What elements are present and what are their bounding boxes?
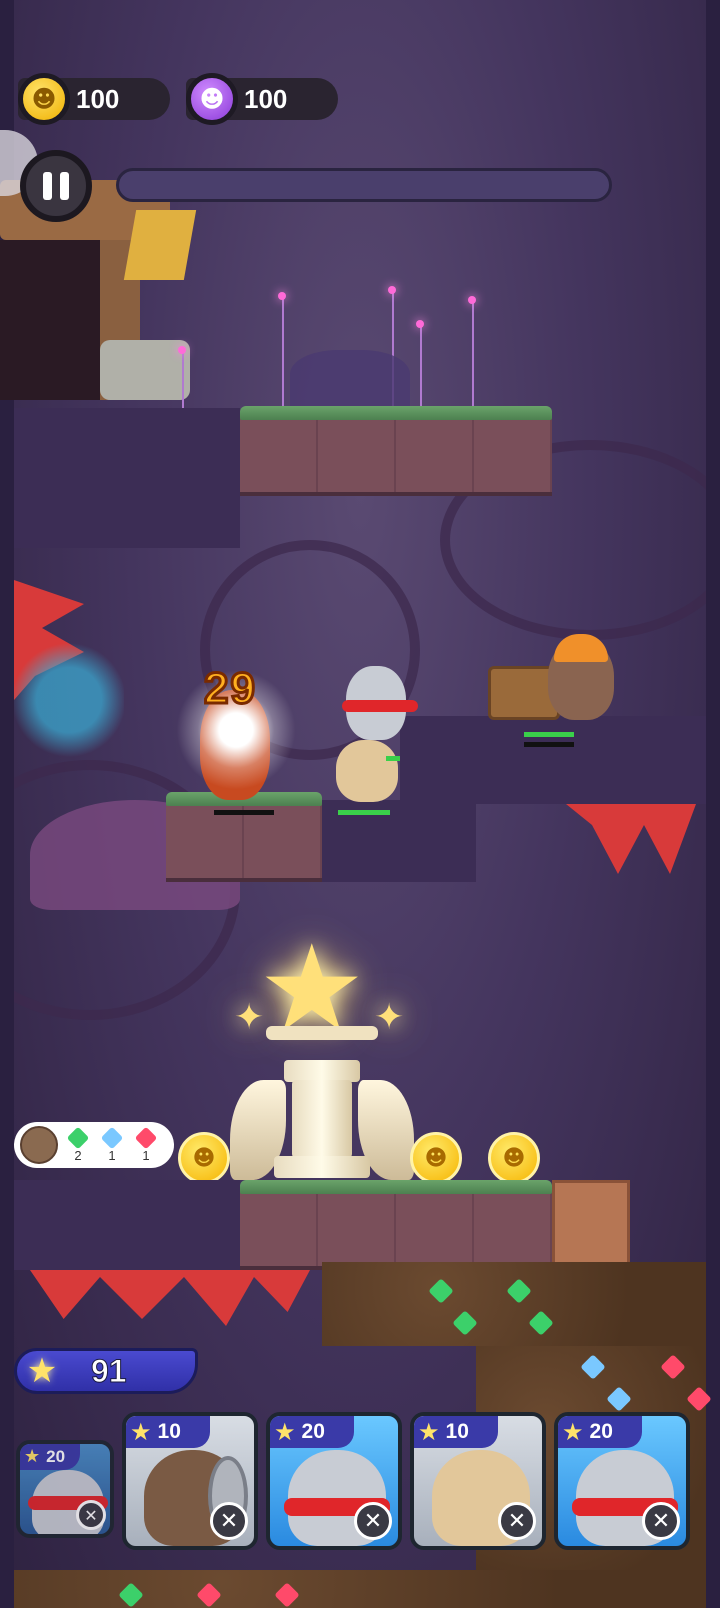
card-cost: 20 [301,1420,325,1443]
grass-strip [240,1180,552,1194]
mine-cabin [0,180,197,400]
remove-card-icon[interactable]: ✕ [354,1502,392,1540]
platform-low-left [14,1180,240,1270]
remove-card-icon[interactable]: ✕ [76,1500,106,1530]
platform-mid-right [400,716,706,804]
gold-counter: 100 ☻ [18,73,170,125]
unit-card-1[interactable]: ★ 20 ✕ [16,1440,114,1538]
sparkle-icon: ✦ [234,997,265,1038]
sparkle-icon: ✦ [374,997,405,1038]
unit-card-2[interactable]: ★ 10 ✕ [122,1412,258,1550]
gold-coin-pickup[interactable]: ☻ [178,1132,230,1184]
purple-gem-icon: ☻ [186,73,238,125]
ally-health-bar [524,742,574,747]
ally-tan-hamster-fork[interactable] [336,740,398,802]
grass-strip [240,406,552,420]
platform-low-grass [240,1186,552,1270]
ore-rock [14,1570,706,1608]
card-cost: 10 [157,1420,181,1443]
dirt-block [552,1180,630,1270]
unit-card-5[interactable]: ★ 20 ✕ [554,1412,690,1550]
red-gem-icon [134,1126,158,1149]
gem-counter: 100 ☻ [186,73,338,125]
unit-card-3[interactable]: ★ 20 ✕ [266,1412,402,1550]
red-thorn-hazard [30,1270,310,1326]
ally-health-bar [338,810,390,815]
golden-shrine[interactable]: ★ ✦ ✦ [230,900,414,1180]
right-wall [706,0,720,1608]
ally-health-bar [524,732,574,737]
energy-value: 91 [91,1352,128,1389]
platform-top-grass [240,412,552,496]
reward-gem-green: 2 [64,1126,92,1163]
star-icon: ★ [418,1418,440,1446]
star-icon: ★ [130,1418,152,1446]
level-progress-bar [116,168,612,202]
game-scene[interactable]: 29 ★ ✦ ✦ ☻ ☻ ☻ 2 1 1 100 ☻ 100 ☻ ★ 91 ★ … [0,0,720,1608]
blue-gem-icon [100,1126,124,1149]
gold-coin-icon: ☻ [18,73,70,125]
gold-coin-pickup[interactable]: ☻ [488,1132,540,1184]
red-thorn-hazard [566,804,696,874]
remove-card-icon[interactable]: ✕ [210,1502,248,1540]
blue-glow-decor [14,640,124,760]
damage-number: 29 [203,663,257,715]
pause-icon [43,172,52,200]
remove-card-icon[interactable]: ✕ [498,1502,536,1540]
platform-top-left [14,408,240,548]
card-cost: 20 [46,1447,66,1466]
enemy-health-bar [214,810,274,815]
star-icon: ★ [562,1418,584,1446]
card-cost: 20 [589,1420,613,1443]
card-cost: 10 [445,1420,469,1443]
reward-popup: 2 1 1 [14,1122,174,1168]
ally-miner-hamster[interactable] [548,634,614,720]
gold-coin-pickup[interactable]: ☻ [410,1132,462,1184]
green-gem-icon [66,1126,90,1149]
ally-gray-hamster-scarf[interactable] [342,666,418,740]
ally-health-bar [386,756,400,761]
reward-gem-blue: 1 [98,1126,126,1163]
unit-card-4[interactable]: ★ 10 ✕ [410,1412,546,1550]
star-icon: ★ [274,1418,296,1446]
ore-rock [322,1262,706,1346]
remove-card-icon[interactable]: ✕ [642,1502,680,1540]
blue-gem-count: 1 [108,1147,116,1163]
pause-button[interactable] [20,150,92,222]
miner-avatar [20,1126,58,1164]
red-gem-count: 1 [142,1147,150,1163]
energy-counter: ★ 91 [14,1348,198,1394]
reward-gem-red: 1 [132,1126,160,1163]
green-gem-count: 2 [74,1147,82,1163]
glow-plants [170,286,490,410]
star-energy-icon: ★ [26,1351,58,1391]
star-icon: ★ [24,1446,41,1467]
